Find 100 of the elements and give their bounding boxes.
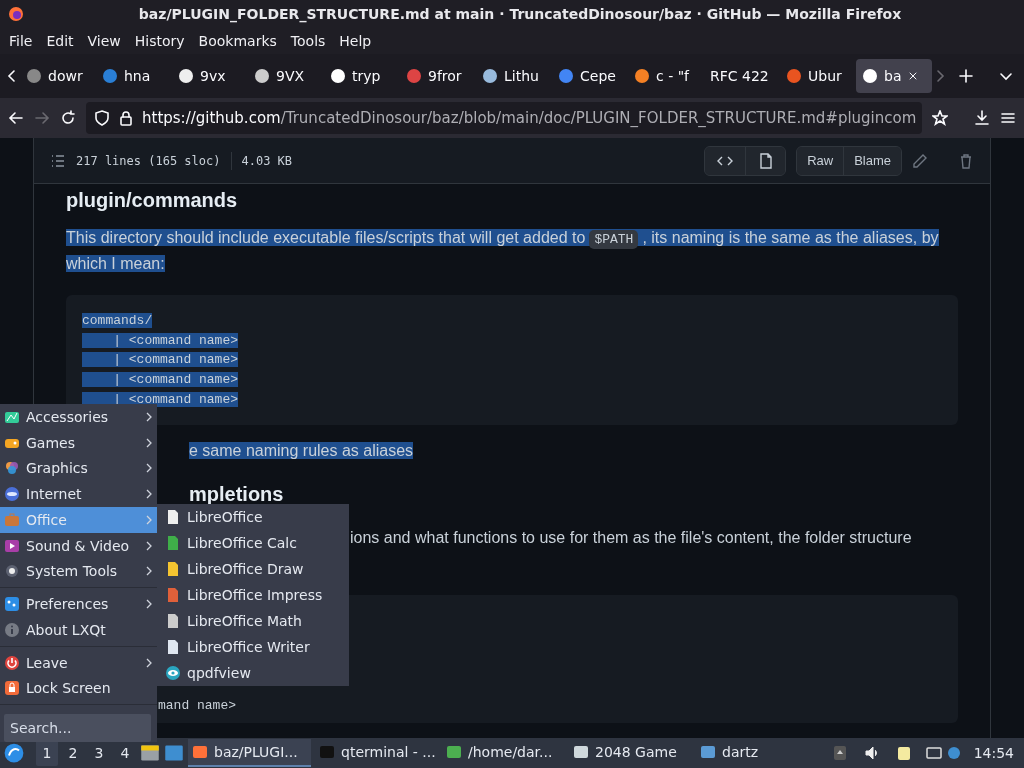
menu-item[interactable]: About LXQt xyxy=(0,617,157,643)
desktop-button[interactable]: 4 xyxy=(114,740,136,766)
document-icon xyxy=(165,561,181,577)
settings-icon xyxy=(4,596,20,613)
menu-item[interactable]: Internet xyxy=(0,481,157,507)
menu-item[interactable]: Preferences xyxy=(0,591,157,617)
paragraph: This directory should include executable files/scripts that will get added to $PATH , its naming is the same as the aliases, by which I mean: xyxy=(66,228,940,274)
chevron-right-icon xyxy=(145,463,153,474)
menu-item[interactable]: Leave xyxy=(0,649,157,676)
browser-tab[interactable]: 9vx xyxy=(172,59,248,93)
chevron-right-icon xyxy=(145,489,153,500)
menu-item[interactable]: LibreOffice Writer xyxy=(157,634,349,660)
menu-item[interactable]: View xyxy=(80,33,128,49)
menu-item[interactable]: Games xyxy=(0,429,157,456)
section-heading: plugin/commands xyxy=(66,189,239,212)
browser-tab[interactable]: Ubur xyxy=(780,59,856,93)
browser-tab[interactable]: 9VX xyxy=(248,59,324,93)
chevron-right-icon xyxy=(145,566,153,577)
menu-item[interactable]: Help xyxy=(332,33,379,49)
clock: 14:54 xyxy=(972,745,1015,761)
menu-item[interactable]: LibreOffice Draw xyxy=(157,556,349,582)
url-field[interactable]: https://github.com/TruncatedDinosour/baz/blob/main/doc/PLUGIN_FOLDER_STRUCTURE.md#plugincom xyxy=(86,102,922,134)
window-icon xyxy=(573,744,589,760)
plus-icon xyxy=(958,68,974,84)
menu-item[interactable]: LibreOffice Impress xyxy=(157,582,349,608)
site-icon xyxy=(786,68,802,84)
globe-icon xyxy=(4,486,20,503)
menu-item[interactable]: File xyxy=(2,33,40,49)
menu-item[interactable]: LibreOffice Calc xyxy=(157,530,349,556)
menu-item[interactable]: History xyxy=(127,33,192,49)
line-count: 217 lines (165 sloc) xyxy=(76,153,221,168)
browser-tab[interactable]: tryp xyxy=(324,59,400,93)
menu-item[interactable]: LibreOffice xyxy=(157,504,349,530)
section-heading: mpletions xyxy=(189,485,284,503)
tab-title: ba xyxy=(884,68,902,84)
file-icon xyxy=(757,152,774,169)
lock-icon xyxy=(118,110,134,126)
search-field[interactable]: Search... xyxy=(4,714,151,742)
menu-item[interactable]: Lock Screen xyxy=(0,675,157,702)
menu-item[interactable]: Bookmarks xyxy=(191,33,284,49)
tab-title: Lithu xyxy=(504,68,539,84)
menu-item[interactable]: Tools xyxy=(283,33,333,49)
window-title: baz/PLUGIN_FOLDER_STRUCTURE.md at main · TruncatedDinosour/baz · GitHub — Mozilla Firefox xyxy=(137,6,903,22)
site-icon xyxy=(102,68,118,84)
file-drawer-icon xyxy=(140,743,160,763)
tab-title: c - "f xyxy=(656,68,690,84)
browser-tab[interactable]: c - "f xyxy=(628,59,704,93)
menu-item[interactable]: qpdfview xyxy=(157,660,349,686)
desktop-button[interactable]: 2 xyxy=(62,740,84,766)
taskbar-button[interactable]: baz/PLUGI... xyxy=(188,739,311,767)
taskbar-button[interactable]: 2048 Game xyxy=(569,739,692,767)
shield-icon xyxy=(94,110,110,126)
list-icon xyxy=(50,152,66,169)
menu-item[interactable]: Graphics xyxy=(0,455,157,482)
browser-tab[interactable]: Lithu xyxy=(476,59,552,93)
window-icon xyxy=(319,744,335,760)
desktop-button[interactable]: 3 xyxy=(88,740,110,766)
tab-title: tryp xyxy=(352,68,381,84)
menu-item[interactable]: Sound & Video xyxy=(0,532,157,559)
file-action-button[interactable]: Blame xyxy=(843,146,901,175)
file-size: 4.03 KB xyxy=(241,153,293,168)
power-icon xyxy=(4,654,20,671)
browser-tab[interactable]: RFC 422 xyxy=(704,59,780,93)
taskbar-button[interactable]: dartz xyxy=(696,739,819,767)
menu-item[interactable]: LibreOffice Math xyxy=(157,608,349,634)
menu-item[interactable]: Edit xyxy=(39,33,81,49)
site-icon xyxy=(634,68,650,84)
start-menu-icon xyxy=(4,743,24,763)
tab-title: hna xyxy=(124,68,151,84)
info-icon xyxy=(4,621,20,638)
tab-title: 9fror xyxy=(428,68,462,84)
clipboard-icon xyxy=(895,745,912,761)
download-icon xyxy=(974,110,990,126)
window-icon xyxy=(700,744,716,760)
tab-title: RFC 422 xyxy=(710,68,769,84)
tab-title: Ubur xyxy=(808,68,842,84)
browser-tab[interactable]: 9fror xyxy=(400,59,476,93)
code-line: mand name> xyxy=(158,697,236,715)
desktop-button[interactable]: 1 xyxy=(36,740,58,766)
menu-item[interactable]: System Tools xyxy=(0,558,157,585)
chevron-right-icon xyxy=(145,657,153,668)
taskbar-button[interactable]: /home/dar... xyxy=(442,739,565,767)
site-icon xyxy=(862,68,878,84)
site-icon xyxy=(254,68,270,84)
show-desktop-icon xyxy=(164,743,184,763)
document-icon xyxy=(165,587,181,603)
document-icon xyxy=(165,535,181,551)
star-icon xyxy=(932,110,948,126)
browser-tab[interactable]: ba xyxy=(856,59,932,93)
document-icon xyxy=(165,639,181,655)
browser-tab[interactable]: hna xyxy=(96,59,172,93)
taskbar-button[interactable]: qterminal - ... xyxy=(315,739,438,767)
paragraph: e same naming rules as aliases xyxy=(189,441,414,461)
site-icon xyxy=(330,68,346,84)
chevron-right-icon xyxy=(145,540,153,551)
preview-button[interactable] xyxy=(745,146,786,175)
browser-tab[interactable]: dowr xyxy=(20,59,96,93)
network-icon xyxy=(925,745,942,761)
browser-tab[interactable]: Cepe xyxy=(552,59,628,93)
firefox-icon xyxy=(8,6,24,22)
